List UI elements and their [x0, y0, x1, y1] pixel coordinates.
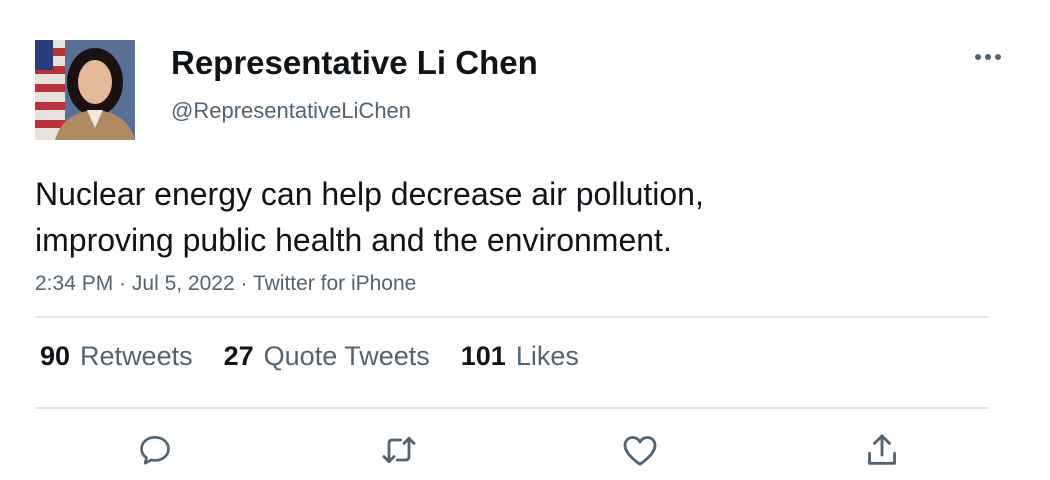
avatar[interactable]: [35, 40, 135, 140]
tweet-text-line: Nuclear energy can help decrease air pol…: [35, 176, 704, 212]
more-options-button[interactable]: [970, 46, 1006, 68]
tweet-date[interactable]: Jul 5, 2022: [132, 272, 235, 295]
quote-tweets-stat[interactable]: 27 Quote Tweets: [224, 341, 430, 372]
user-handle[interactable]: @RepresentativeLiChen: [171, 98, 411, 124]
retweets-stat[interactable]: 90 Retweets: [40, 341, 193, 372]
tweet-stats: 90 Retweets 27 Quote Tweets 101 Likes: [40, 341, 579, 372]
like-button[interactable]: [618, 428, 662, 472]
more-dots-icon: [975, 54, 1001, 60]
reply-button[interactable]: [133, 428, 177, 472]
likes-stat[interactable]: 101 Likes: [461, 341, 579, 372]
share-button[interactable]: [860, 428, 904, 472]
heart-icon: [623, 436, 657, 466]
retweets-count: 90: [40, 341, 71, 371]
divider: [35, 316, 989, 318]
likes-count: 101: [460, 341, 506, 371]
reply-icon: [140, 435, 170, 465]
tweet-meta: 2:34 PM · Jul 5, 2022 · Twitter for iPho…: [35, 272, 416, 296]
tweet-time[interactable]: 2:34 PM: [35, 272, 113, 295]
avatar-portrait-image: [35, 40, 135, 140]
tweet-text-line: improving public health and the environm…: [35, 222, 672, 258]
quote-tweets-count: 27: [223, 341, 254, 371]
tweet-source[interactable]: Twitter for iPhone: [253, 272, 416, 295]
likes-label: Likes: [515, 341, 579, 371]
quote-tweets-label: Quote Tweets: [263, 341, 430, 371]
meta-separator: ·: [234, 272, 253, 295]
share-icon: [868, 434, 896, 465]
meta-separator: ·: [113, 272, 132, 295]
tweet-text: Nuclear energy can help decrease air pol…: [35, 171, 935, 263]
divider: [35, 407, 989, 409]
retweet-button[interactable]: [377, 428, 421, 472]
retweets-label: Retweets: [80, 341, 193, 371]
retweet-icon: [382, 436, 416, 464]
display-name[interactable]: Representative Li Chen: [171, 44, 538, 82]
